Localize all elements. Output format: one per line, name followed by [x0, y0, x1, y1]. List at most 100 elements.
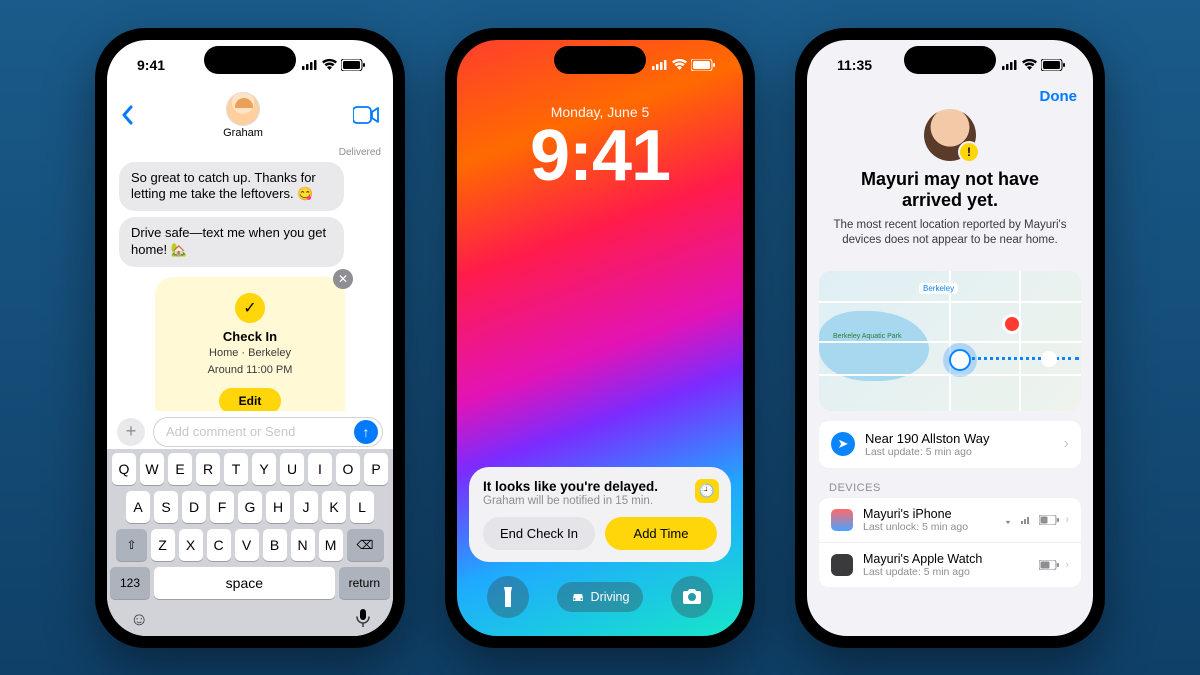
close-button[interactable]: ✕: [333, 269, 353, 289]
placeholder: Add comment or Send: [166, 424, 295, 439]
keyboard[interactable]: QWERTYUIOP ASDFGHJKL ⇧ Z X C V B N M ⌫ 1…: [107, 449, 393, 636]
key[interactable]: A: [126, 491, 150, 523]
video-icon: [353, 106, 379, 124]
facetime-button[interactable]: [353, 106, 379, 124]
key[interactable]: Y: [252, 453, 276, 485]
user-location-pin-icon: [949, 349, 971, 371]
send-button[interactable]: ↑: [354, 420, 378, 444]
status-time: 9:41: [137, 57, 165, 73]
delivered-label: Delivered: [119, 147, 381, 158]
device-status-icons: ›: [1001, 514, 1069, 526]
attach-button[interactable]: +: [117, 418, 145, 446]
key[interactable]: Q: [112, 453, 136, 485]
key[interactable]: D: [182, 491, 206, 523]
status-icons: [652, 59, 715, 71]
route-trail: [959, 357, 1079, 360]
return-key[interactable]: return: [339, 567, 390, 599]
map-label: Berkeley: [919, 283, 958, 294]
key[interactable]: K: [322, 491, 346, 523]
space-key[interactable]: space: [154, 567, 335, 599]
wifi-icon: [1001, 515, 1015, 524]
delay-notification[interactable]: 🕘 It looks like you're delayed. Graham w…: [469, 467, 731, 562]
end-checkin-button[interactable]: End Check In: [483, 517, 595, 550]
wifi-icon: [1022, 59, 1037, 70]
numbers-key[interactable]: 123: [110, 567, 150, 599]
alert-title: Mayuri may not have arrived yet.: [831, 169, 1069, 212]
flashlight-icon: [501, 587, 515, 607]
cellular-icon: [652, 60, 668, 70]
camera-button[interactable]: [671, 576, 713, 618]
key[interactable]: X: [179, 529, 203, 561]
emoji-key[interactable]: ☺: [130, 609, 148, 630]
messages-nav: Graham: [107, 90, 393, 143]
device-list: Mayuri's iPhone Last unlock: 5 min ago ›…: [819, 498, 1081, 587]
contact-avatar[interactable]: [226, 92, 260, 126]
shift-key[interactable]: ⇧: [116, 529, 146, 561]
device-sub: Last update: 5 min ago: [863, 566, 982, 578]
key[interactable]: T: [224, 453, 248, 485]
car-icon: [571, 590, 585, 604]
checkin-eta: Around 11:00 PM: [169, 363, 331, 378]
wifi-icon: [672, 59, 687, 70]
chevron-right-icon: ›: [1064, 435, 1069, 453]
message-thread[interactable]: Delivered So great to catch up. Thanks f…: [107, 143, 393, 411]
back-button[interactable]: [121, 105, 133, 125]
alert-subtitle: The most recent location reported by May…: [831, 218, 1069, 249]
key[interactable]: B: [263, 529, 287, 561]
key[interactable]: J: [294, 491, 318, 523]
device-sub: Last unlock: 5 min ago: [863, 521, 968, 533]
key[interactable]: E: [168, 453, 192, 485]
device-row[interactable]: Mayuri's Apple Watch Last update: 5 min …: [819, 543, 1081, 587]
key[interactable]: V: [235, 529, 259, 561]
add-time-button[interactable]: Add Time: [605, 517, 717, 550]
battery-icon: [1041, 59, 1065, 71]
contact-name: Graham: [223, 127, 263, 139]
map-label: Berkeley Aquatic Park: [833, 333, 901, 340]
lock-time: 9:41: [457, 120, 743, 192]
key[interactable]: N: [291, 529, 315, 561]
key[interactable]: C: [207, 529, 231, 561]
key[interactable]: L: [350, 491, 374, 523]
mic-icon: [356, 609, 370, 627]
lock-dock: Driving: [469, 562, 731, 618]
key[interactable]: M: [319, 529, 343, 561]
flashlight-button[interactable]: [487, 576, 529, 618]
key[interactable]: H: [266, 491, 290, 523]
done-button[interactable]: Done: [1040, 88, 1078, 105]
cellular-icon: [1021, 516, 1033, 524]
key[interactable]: I: [308, 453, 332, 485]
chevron-right-icon: ›: [1065, 514, 1069, 526]
key[interactable]: P: [364, 453, 388, 485]
device-row[interactable]: Mayuri's iPhone Last unlock: 5 min ago ›: [819, 498, 1081, 543]
location-row[interactable]: ➤ Near 190 Allston Way Last update: 5 mi…: [819, 421, 1081, 468]
device-name: Mayuri's Apple Watch: [863, 552, 982, 566]
message-input[interactable]: Add comment or Send ↑: [153, 417, 383, 447]
key[interactable]: U: [280, 453, 304, 485]
device-status-icons: ›: [1039, 559, 1069, 571]
map[interactable]: Berkeley Berkeley Aquatic Park: [819, 271, 1081, 411]
checkin-card: ✕ ✓ Check In Home · Berkeley Around 11:0…: [155, 277, 345, 410]
battery-icon: [341, 59, 365, 71]
phone-checkin-detail: 11:35 Done Mayuri may not have arrived y…: [795, 28, 1105, 648]
backspace-key[interactable]: ⌫: [347, 529, 384, 561]
home-pin-icon: [1005, 317, 1019, 331]
focus-pill[interactable]: Driving: [557, 582, 644, 612]
key[interactable]: G: [238, 491, 262, 523]
lock-datetime: Monday, June 5 9:41: [457, 104, 743, 192]
device-name: Mayuri's iPhone: [863, 507, 968, 521]
key[interactable]: R: [196, 453, 220, 485]
clock-icon: 🕘: [695, 479, 719, 503]
contact-avatar: [924, 109, 976, 161]
checkin-icon: ✓: [235, 293, 265, 323]
compose-bar: + Add comment or Send ↑: [107, 411, 393, 449]
key[interactable]: Z: [151, 529, 175, 561]
key[interactable]: O: [336, 453, 360, 485]
battery-icon: [691, 59, 715, 71]
dictation-key[interactable]: [356, 609, 370, 630]
checkin-location: Home · Berkeley: [169, 346, 331, 361]
key[interactable]: W: [140, 453, 164, 485]
key[interactable]: F: [210, 491, 234, 523]
key[interactable]: S: [154, 491, 178, 523]
dynamic-island: [204, 46, 296, 74]
edit-button[interactable]: Edit: [219, 388, 282, 411]
